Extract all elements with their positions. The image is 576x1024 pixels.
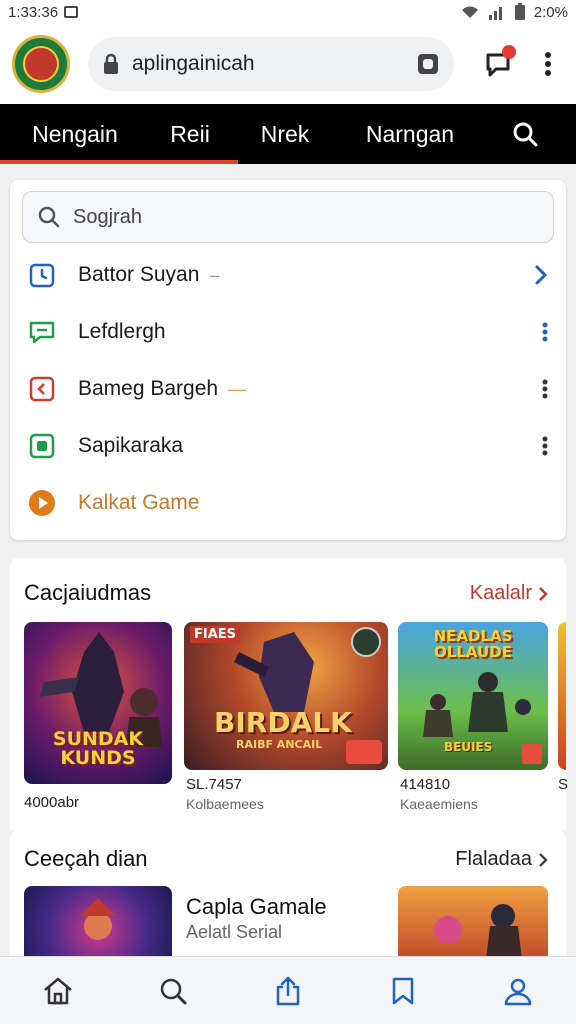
battery-icon bbox=[514, 3, 525, 20]
game-art-subtitle: RAIBF ANCAIL bbox=[236, 738, 323, 751]
menu-item-battor-suyan[interactable]: Battor Suyan – bbox=[10, 247, 566, 303]
gallery-notification-icon bbox=[64, 6, 79, 18]
status-time: 1:33:36 bbox=[8, 3, 59, 21]
chevron-right-icon bbox=[539, 586, 548, 601]
status-bar: 1:33:36 2:0% bbox=[0, 0, 576, 24]
game-badge: FIAES bbox=[190, 626, 241, 643]
address-bar: aplingainicah bbox=[0, 24, 576, 104]
close-badge-icon bbox=[522, 744, 542, 764]
game-thumbnail[interactable] bbox=[398, 886, 548, 960]
game-thumbnail-partial[interactable] bbox=[558, 622, 566, 770]
bottom-navigation bbox=[0, 956, 576, 1024]
notification-button[interactable] bbox=[484, 45, 516, 79]
section-see-all-link[interactable]: Kaalalr bbox=[470, 582, 548, 605]
tab-nengain[interactable]: Nengain bbox=[0, 104, 150, 164]
nav-search-button[interactable] bbox=[480, 104, 570, 164]
section-see-all-link[interactable]: Flaladaa bbox=[455, 848, 548, 871]
more-vert-icon[interactable] bbox=[542, 304, 548, 360]
game-caption: SL.7457 bbox=[186, 776, 242, 793]
game-art-subtitle: BEUIES bbox=[444, 740, 493, 754]
play-icon bbox=[28, 489, 56, 517]
nav-tabs: Nengain Reii Nrek Narngan bbox=[0, 104, 576, 164]
games-section-2: Ceeçah dian Flaladaa Capla Gamale Aelatl… bbox=[10, 830, 566, 960]
search-icon bbox=[513, 122, 538, 147]
game-character-art bbox=[434, 904, 522, 960]
menu-item-sapikaraka[interactable]: Sapikaraka bbox=[10, 418, 566, 474]
menu-item-kalkat-game[interactable]: Kalkat Game bbox=[10, 475, 566, 531]
url-text[interactable]: aplingainicah bbox=[132, 52, 416, 76]
active-tab-indicator bbox=[0, 160, 238, 164]
game-subcaption: Kolbaemees bbox=[186, 796, 264, 812]
tabs-icon[interactable] bbox=[416, 52, 440, 76]
game-subcaption: Kaeaemiens bbox=[400, 796, 478, 812]
wifi-icon bbox=[461, 6, 478, 18]
menu-item-label: Bameg Bargeh bbox=[78, 377, 219, 400]
profile-icon bbox=[505, 978, 532, 1005]
play-badge-icon bbox=[346, 740, 382, 764]
game-caption: 414810 bbox=[400, 776, 451, 793]
menu-card: Battor Suyan – Lefdlergh Bameg Bargeh — … bbox=[10, 180, 566, 540]
game-thumbnail[interactable]: FIAES BIRDALK RAIBF ANCAIL bbox=[184, 622, 388, 770]
more-menu-icon[interactable] bbox=[544, 51, 552, 77]
more-vert-icon[interactable] bbox=[542, 418, 548, 474]
home-icon bbox=[43, 977, 72, 1004]
section-link-label: Kaalalr bbox=[469, 582, 532, 604]
game-thumbnail[interactable]: SUNDAK KUNDS bbox=[24, 622, 172, 784]
site-logo[interactable] bbox=[12, 35, 70, 93]
menu-item-dash: — bbox=[228, 378, 247, 399]
game-thumbnail[interactable]: NEADLAS OLLAUDE BEUIES bbox=[398, 622, 548, 770]
calendar-icon bbox=[28, 261, 56, 289]
menu-item-label: Lefdlergh bbox=[78, 320, 166, 343]
game-character-art bbox=[80, 898, 116, 940]
battery-level: 2:0% bbox=[533, 3, 568, 21]
nav-bookmark-button[interactable] bbox=[373, 961, 433, 1021]
app-icon bbox=[28, 432, 56, 460]
nav-home-button[interactable] bbox=[28, 961, 88, 1021]
search-box[interactable] bbox=[22, 191, 554, 243]
nav-search-button[interactable] bbox=[143, 961, 203, 1021]
section-link-label: Flaladaa bbox=[455, 848, 532, 870]
games-section-1: Cacjaiudmas Kaalalr SUNDAK KUNDS 4000abr… bbox=[10, 558, 569, 830]
game-art-title: NEADLAS OLLAUDE bbox=[433, 627, 513, 661]
menu-item-lefdlergh[interactable]: Lefdlergh bbox=[10, 304, 566, 360]
game-caption-partial: S bbox=[558, 776, 569, 793]
share-icon bbox=[276, 976, 300, 1005]
game-caption: 4000abr bbox=[24, 794, 80, 811]
clipboard-icon bbox=[28, 375, 56, 403]
chevron-right-icon[interactable] bbox=[534, 247, 548, 303]
section-title: Ceeçah dian bbox=[24, 846, 148, 871]
menu-item-label: Battor Suyan bbox=[78, 263, 200, 286]
menu-item-label: Kalkat Game bbox=[78, 491, 200, 514]
tab-nrek[interactable]: Nrek bbox=[230, 104, 340, 164]
search-icon bbox=[160, 978, 187, 1004]
featured-game-title[interactable]: Capla Gamale bbox=[186, 894, 327, 920]
tab-reii[interactable]: Reii bbox=[150, 104, 230, 164]
game-art-title: BIRDALK bbox=[214, 706, 352, 739]
nav-profile-button[interactable] bbox=[488, 961, 548, 1021]
notification-badge bbox=[502, 45, 516, 59]
section-title: Cacjaiudmas bbox=[24, 580, 152, 605]
menu-item-label: Sapikaraka bbox=[78, 434, 184, 457]
signal-icon bbox=[488, 7, 502, 20]
game-art-title: SUNDAK KUNDS bbox=[52, 728, 144, 769]
search-input[interactable] bbox=[73, 205, 513, 229]
bookmark-icon bbox=[392, 977, 414, 1004]
nav-share-button[interactable] bbox=[258, 961, 318, 1021]
url-box[interactable]: aplingainicah bbox=[88, 37, 454, 91]
menu-item-dash: – bbox=[209, 264, 220, 285]
featured-game-subtitle: Aelatl Serial bbox=[186, 922, 283, 942]
more-vert-icon[interactable] bbox=[542, 361, 548, 417]
chat-icon bbox=[28, 318, 56, 346]
game-thumbnail[interactable] bbox=[24, 886, 172, 960]
tab-narngan[interactable]: Narngan bbox=[340, 104, 480, 164]
search-icon bbox=[38, 206, 60, 228]
menu-item-bameg-bargeh[interactable]: Bameg Bargeh — bbox=[10, 361, 566, 417]
chevron-right-icon bbox=[539, 852, 548, 867]
lock-icon bbox=[104, 53, 118, 74]
